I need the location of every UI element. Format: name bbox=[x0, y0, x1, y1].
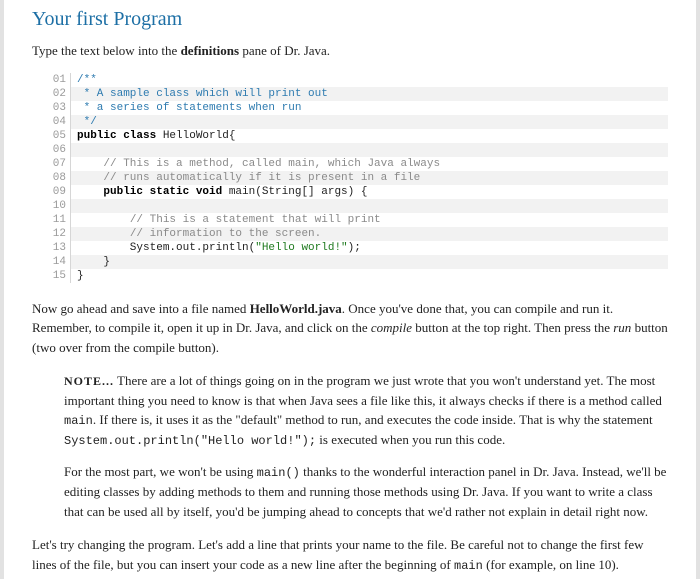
p2-run: run bbox=[613, 320, 631, 335]
code-content: // This is a statement that will print bbox=[71, 213, 668, 227]
code-token: } bbox=[77, 270, 84, 282]
p2-t3: button at the top right. Then press the bbox=[412, 320, 613, 335]
code-line: 04 */ bbox=[44, 115, 668, 129]
p2-filename: HelloWorld.java bbox=[250, 301, 342, 316]
note-code-println: System.out.println("Hello world!"); bbox=[64, 434, 316, 448]
code-token: "Hello world!" bbox=[255, 242, 347, 254]
note-label: NOTE... bbox=[64, 374, 114, 388]
code-line: 01 /** bbox=[44, 73, 668, 87]
intro-strong: definitions bbox=[181, 43, 240, 58]
line-number: 14 bbox=[44, 255, 71, 269]
code-token: * A sample class which will print out bbox=[77, 88, 328, 100]
code-content bbox=[71, 143, 668, 157]
line-number: 11 bbox=[44, 213, 71, 227]
code-token: // runs automatically if it is present i… bbox=[103, 172, 420, 184]
note-t4: For the most part, we won't be using bbox=[64, 464, 257, 479]
code-token: // This is a statement that will print bbox=[130, 214, 381, 226]
code-token: ); bbox=[348, 242, 361, 254]
code-line: 07 // This is a method, called main, whi… bbox=[44, 157, 668, 171]
code-content: // This is a method, called main, which … bbox=[71, 157, 668, 171]
code-token: System.out.println( bbox=[77, 242, 255, 254]
note-p2: For the most part, we won't be using mai… bbox=[64, 462, 668, 521]
code-line: 03 * a series of statements when run bbox=[44, 101, 668, 115]
line-number: 05 bbox=[44, 129, 71, 143]
code-content: public class HelloWorld{ bbox=[71, 129, 668, 143]
code-token: public class bbox=[77, 130, 163, 142]
line-number: 06 bbox=[44, 143, 71, 157]
intro-pre: Type the text below into the bbox=[32, 43, 181, 58]
note-t2: . If there is, it uses it as the "defaul… bbox=[93, 412, 653, 427]
code-token bbox=[77, 200, 84, 212]
code-line: 08 // runs automatically if it is presen… bbox=[44, 171, 668, 185]
line-number: 09 bbox=[44, 185, 71, 199]
code-token: main(String[] args) { bbox=[229, 186, 368, 198]
note-t3: is executed when you run this code. bbox=[316, 432, 505, 447]
line-number: 10 bbox=[44, 199, 71, 213]
p3-t2: (for example, on line 10). bbox=[483, 557, 619, 572]
code-token: */ bbox=[77, 116, 97, 128]
intro-paragraph: Type the text below into the definitions… bbox=[32, 41, 668, 61]
code-content: * A sample class which will print out bbox=[71, 87, 668, 101]
line-number: 12 bbox=[44, 227, 71, 241]
code-content: public static void main(String[] args) { bbox=[71, 185, 668, 199]
code-content: * a series of statements when run bbox=[71, 101, 668, 115]
code-line: 12 // information to the screen. bbox=[44, 227, 668, 241]
p2-compile: compile bbox=[371, 320, 412, 335]
code-token bbox=[77, 158, 103, 170]
code-line: 05public class HelloWorld{ bbox=[44, 129, 668, 143]
code-line: 11 // This is a statement that will prin… bbox=[44, 213, 668, 227]
code-token: } bbox=[77, 256, 110, 268]
code-line: 13 System.out.println("Hello world!"); bbox=[44, 241, 668, 255]
code-token: // This is a method, called main, which … bbox=[103, 158, 440, 170]
code-content: } bbox=[71, 255, 668, 269]
code-token: HelloWorld{ bbox=[163, 130, 236, 142]
note-t1: There are a lot of things going on in th… bbox=[64, 373, 662, 408]
line-number: 08 bbox=[44, 171, 71, 185]
code-token bbox=[77, 214, 130, 226]
code-token bbox=[77, 228, 130, 240]
code-content: } bbox=[71, 269, 668, 283]
note-p1: NOTE... There are a lot of things going … bbox=[64, 371, 668, 450]
line-number: 04 bbox=[44, 115, 71, 129]
intro-post: pane of Dr. Java. bbox=[239, 43, 330, 58]
code-content: System.out.println("Hello world!"); bbox=[71, 241, 668, 255]
code-token bbox=[77, 186, 103, 198]
paragraph-save-compile: Now go ahead and save into a file named … bbox=[32, 299, 668, 358]
p3-code-main: main bbox=[454, 559, 483, 573]
document-page: Your first Program Type the text below i… bbox=[0, 0, 700, 579]
code-token: public static void bbox=[103, 186, 228, 198]
code-token bbox=[77, 144, 84, 156]
code-line: 14 } bbox=[44, 255, 668, 269]
code-token: * a series of statements when run bbox=[77, 102, 301, 114]
code-line: 06 bbox=[44, 143, 668, 157]
code-token bbox=[77, 172, 103, 184]
code-content: /** bbox=[71, 73, 668, 87]
line-number: 02 bbox=[44, 87, 71, 101]
line-number: 07 bbox=[44, 157, 71, 171]
code-content: // runs automatically if it is present i… bbox=[71, 171, 668, 185]
line-number: 03 bbox=[44, 101, 71, 115]
note-code-main: main bbox=[64, 414, 93, 428]
code-line: 10 bbox=[44, 199, 668, 213]
code-block: 01/**02 * A sample class which will prin… bbox=[44, 73, 668, 283]
page-title: Your first Program bbox=[32, 8, 668, 31]
paragraph-change-program: Let's try changing the program. Let's ad… bbox=[32, 535, 668, 575]
code-token: /** bbox=[77, 74, 97, 86]
p2-t1: Now go ahead and save into a file named bbox=[32, 301, 250, 316]
code-line: 09 public static void main(String[] args… bbox=[44, 185, 668, 199]
line-number: 13 bbox=[44, 241, 71, 255]
code-content: */ bbox=[71, 115, 668, 129]
line-number: 01 bbox=[44, 73, 71, 87]
line-number: 15 bbox=[44, 269, 71, 283]
note-code-maincall: main() bbox=[257, 466, 300, 480]
code-line: 02 * A sample class which will print out bbox=[44, 87, 668, 101]
code-line: 15} bbox=[44, 269, 668, 283]
code-content: // information to the screen. bbox=[71, 227, 668, 241]
note-block: NOTE... There are a lot of things going … bbox=[64, 371, 668, 521]
code-content bbox=[71, 199, 668, 213]
code-token: // information to the screen. bbox=[130, 228, 321, 240]
